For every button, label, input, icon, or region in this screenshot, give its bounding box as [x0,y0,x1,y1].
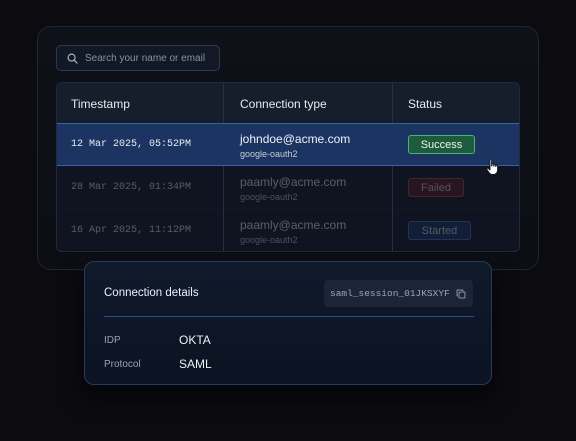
header-status[interactable]: Status [408,97,442,111]
row-email: paamly@acme.com [240,218,347,232]
field-key-protocol: Protocol [104,359,141,370]
status-badge: Failed [408,178,464,197]
table-row[interactable]: 16 Apr 2025, 11:12PM paamly@acme.com goo… [57,210,519,251]
pointer-cursor-icon [486,158,499,175]
row-email: johndoe@acme.com [240,132,351,146]
details-divider [104,316,474,317]
row-timestamp: 12 Mar 2025, 05:52PM [71,139,192,150]
copy-icon[interactable] [456,289,466,299]
row-email: paamly@acme.com [240,175,347,189]
connections-table: Timestamp Connection type Status 12 Mar … [56,82,520,252]
row-provider: google-oauth2 [240,235,298,245]
details-title: Connection details [104,287,199,299]
status-badge: Started [408,221,471,240]
header-connection-type[interactable]: Connection type [240,97,327,111]
row-timestamp: 16 Apr 2025, 11:12PM [71,225,192,236]
search-input[interactable] [85,52,205,64]
search-icon [67,53,78,64]
table-row[interactable]: 28 Mar 2025, 01:34PM paamly@acme.com goo… [57,167,519,210]
session-id: saml_session_01JKSXYF [330,288,450,299]
header-timestamp[interactable]: Timestamp [71,97,130,111]
session-id-chip[interactable]: saml_session_01JKSXYF [324,280,473,307]
search-box[interactable] [56,45,220,71]
field-value-protocol: SAML [179,357,212,371]
row-provider: google-oauth2 [240,149,298,159]
table-header: Timestamp Connection type Status [57,83,519,124]
table-row[interactable]: 12 Mar 2025, 05:52PM johndoe@acme.com go… [57,123,519,166]
row-timestamp: 28 Mar 2025, 01:34PM [71,182,192,193]
field-value-idp: OKTA [179,333,211,347]
field-key-idp: IDP [104,335,121,346]
status-badge: Success [408,135,475,154]
row-provider: google-oauth2 [240,192,298,202]
connection-details-card: Connection details saml_session_01JKSXYF… [84,261,492,385]
